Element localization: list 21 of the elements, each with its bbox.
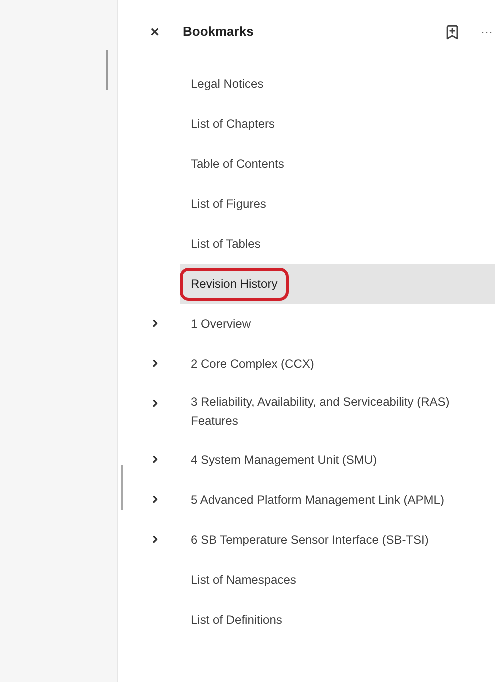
more-button[interactable]: ···: [481, 26, 495, 38]
bookmark-label: 5 Advanced Platform Management Link (APML): [190, 492, 446, 508]
bookmark-label: 1 Overview: [190, 316, 252, 332]
bookmark-label: List of Definitions: [190, 612, 284, 628]
bookmark-label: Legal Notices: [190, 76, 265, 92]
close-button[interactable]: ×: [149, 24, 161, 40]
bookmark-label: List of Tables: [190, 236, 262, 252]
bookmark-label: 3 Reliability, Availability, and Serviceability (RAS) Features: [190, 394, 451, 430]
bookmark-label: Revision History: [180, 268, 289, 300]
bookmark-label: List of Namespaces: [190, 572, 298, 588]
add-bookmark-icon[interactable]: [444, 24, 461, 40]
bookmark-label: 6 SB Temperature Sensor Interface (SB-TSI): [190, 532, 430, 548]
bookmark-label: Table of Contents: [190, 156, 286, 172]
bookmark-item[interactable]: Revision History: [180, 264, 495, 304]
bookmark-label: List of Figures: [190, 196, 268, 212]
resize-handle[interactable]: [121, 465, 123, 510]
resize-handle[interactable]: [106, 50, 108, 90]
bookmark-label: 4 System Management Unit (SMU): [190, 452, 378, 468]
bookmark-label: 2 Core Complex (CCX): [190, 356, 316, 372]
panel-title: Bookmarks: [183, 23, 254, 42]
bookmark-label: List of Chapters: [190, 116, 276, 132]
